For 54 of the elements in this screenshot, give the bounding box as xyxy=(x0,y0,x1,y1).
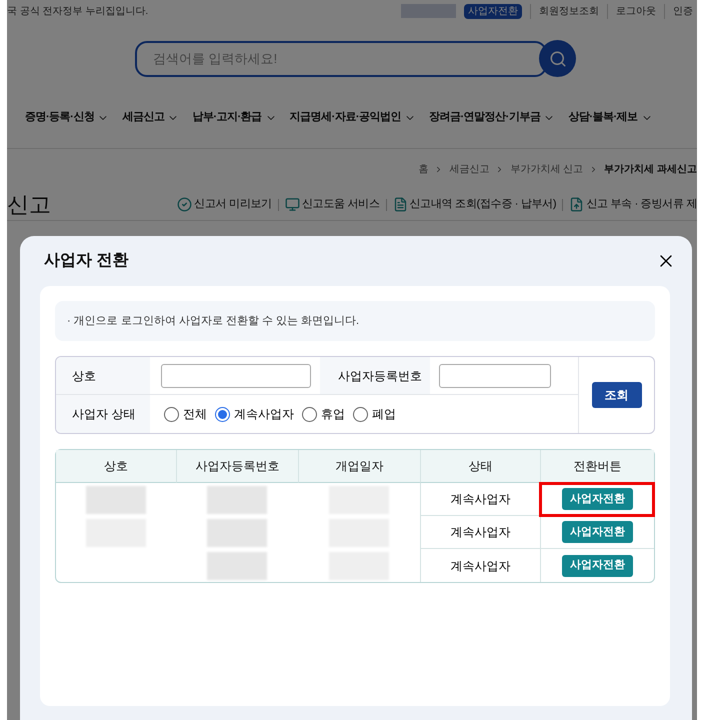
nav-menu-item[interactable]: 지급명세·자료·공익법인 xyxy=(290,109,416,126)
page-title: 신고 xyxy=(7,191,51,219)
column-header: 전환버튼 xyxy=(540,450,654,483)
monitor-icon xyxy=(284,197,300,212)
search-button[interactable] xyxy=(539,40,576,77)
top-link[interactable]: 회원정보조회 xyxy=(530,4,599,18)
redacted-block xyxy=(207,518,267,546)
breadcrumb-link[interactable]: 홈 xyxy=(418,162,428,176)
breadcrumb-link[interactable]: 부가가치세 신고 xyxy=(510,162,584,176)
table-cell: 계속사업자 xyxy=(420,549,540,582)
toolbar-link[interactable]: 신고도움 서비스 xyxy=(284,196,380,213)
table-cell: 계속사업자 xyxy=(420,516,540,549)
nav-menu-item[interactable]: 세금신고 xyxy=(122,109,180,126)
toolbar-link[interactable]: 신고내역 조회(접수증 · 납부서) xyxy=(392,196,556,213)
nav-menu-item[interactable]: 납부·고지·환급 xyxy=(192,109,277,126)
notice-text: 국 공식 전자정부 누리집입니다. xyxy=(7,4,148,18)
redacted-block xyxy=(207,486,267,514)
toolbar-link[interactable]: 신고 부속 · 증빙서류 제 xyxy=(569,196,697,213)
form-label: 상호 xyxy=(72,368,96,384)
redacted-block xyxy=(86,486,146,514)
nav-menu-item[interactable]: 상담·불복·제보 xyxy=(568,109,653,126)
top-link[interactable]: 인증 xyxy=(664,4,693,18)
modal-title: 사업자 전환 xyxy=(43,251,128,271)
name-input[interactable] xyxy=(161,364,311,388)
status-radio[interactable]: 폐업 xyxy=(353,405,396,423)
switch-business-button[interactable]: 사업자전환 xyxy=(562,488,633,510)
column-header: 상호 xyxy=(56,450,176,483)
redacted-block xyxy=(401,4,456,18)
redacted-block xyxy=(207,552,267,580)
status-radio[interactable]: 계속사업자 xyxy=(215,405,294,423)
nav-menu-item[interactable]: 장려금·연말정산·기부금 xyxy=(428,109,556,126)
toolbar-link[interactable]: 신고서 미리보기 xyxy=(177,196,272,213)
status-radio[interactable]: 휴업 xyxy=(302,405,345,423)
search-submit-button[interactable]: 조회 xyxy=(592,382,642,408)
file-upload-icon xyxy=(569,197,584,212)
form-label: 사업자 상태 xyxy=(72,406,136,423)
switch-business-button[interactable]: 사업자전환 xyxy=(562,521,633,543)
breadcrumb-link[interactable]: 부가가치세 과세신고 xyxy=(604,162,697,176)
registration-number-input[interactable] xyxy=(439,364,551,388)
search-icon xyxy=(548,50,566,68)
document-icon xyxy=(392,197,408,212)
info-text: · 개인으로 로그인하여 사업자로 전환할 수 있는 화면입니다. xyxy=(67,314,360,329)
status-radio[interactable]: 전체 xyxy=(164,405,207,423)
switch-business-link[interactable]: 사업자전환 xyxy=(464,4,522,18)
form-label: 사업자등록번호 xyxy=(338,368,422,384)
column-header: 상태 xyxy=(420,450,540,483)
breadcrumb-link[interactable]: 세금신고 xyxy=(449,162,490,176)
column-header: 개업일자 xyxy=(298,450,420,483)
check-circle-icon xyxy=(177,197,192,212)
switch-business-button[interactable]: 사업자전환 xyxy=(562,554,633,576)
table-cell: 계속사업자 xyxy=(420,483,540,516)
nav-menu-item[interactable]: 증명·등록·신청 xyxy=(25,109,110,126)
top-link[interactable]: 로그아웃 xyxy=(607,4,656,18)
column-header: 사업자등록번호 xyxy=(176,450,298,483)
